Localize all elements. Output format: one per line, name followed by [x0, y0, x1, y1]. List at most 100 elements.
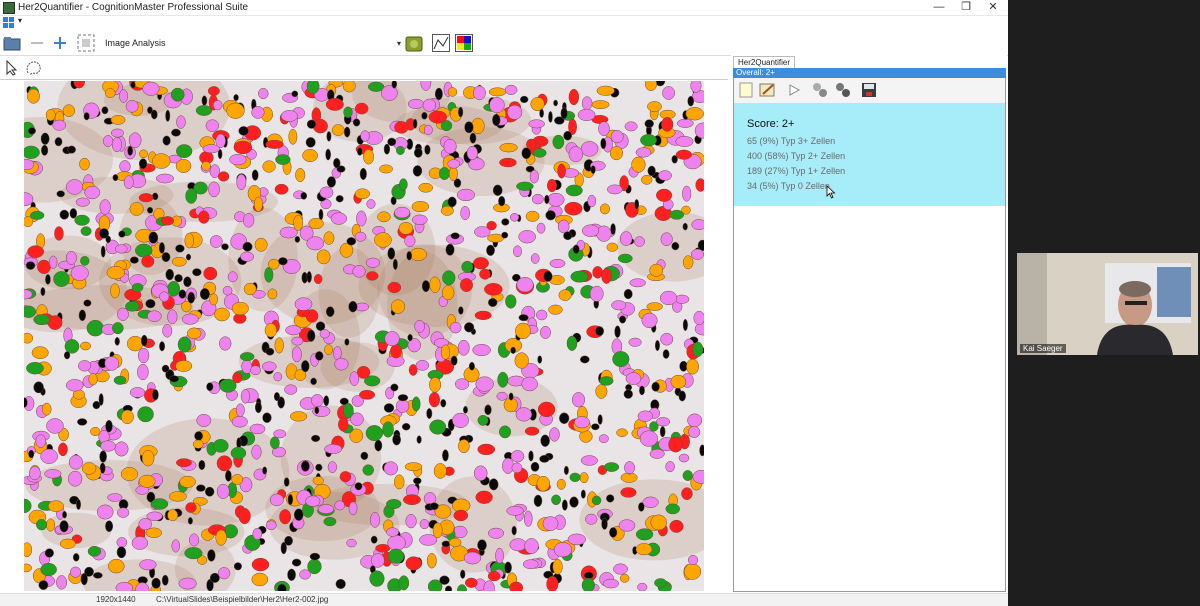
- fit-window-icon[interactable]: [76, 33, 96, 53]
- cell-nucleus: [428, 391, 440, 408]
- cell-nucleus: [682, 470, 693, 481]
- cell-nucleus: [614, 325, 621, 338]
- cell-nucleus: [488, 298, 498, 307]
- cell-nucleus: [196, 413, 212, 427]
- cell-nucleus: [665, 503, 680, 515]
- cell-nucleus: [344, 338, 350, 346]
- cell-nucleus: [289, 411, 308, 422]
- cell-nucleus: [403, 494, 421, 506]
- cell-nucleus: [507, 104, 523, 120]
- new-doc-icon[interactable]: [737, 82, 755, 98]
- cell-nucleus: [318, 208, 324, 221]
- cell-nucleus: [207, 549, 216, 562]
- cell-nucleus: [24, 397, 28, 408]
- cells-icon[interactable]: [811, 82, 829, 98]
- cell-nucleus: [475, 490, 493, 504]
- pointer-icon[interactable]: [2, 58, 22, 78]
- cell-nucleus: [610, 130, 624, 144]
- cell-nucleus: [305, 495, 321, 507]
- open-folder-icon[interactable]: [2, 33, 22, 53]
- cell-nucleus: [398, 222, 414, 235]
- restore-button[interactable]: ❐: [951, 0, 981, 15]
- cell-nucleus: [354, 102, 369, 115]
- cell-nucleus: [349, 371, 360, 386]
- cell-nucleus: [151, 577, 161, 589]
- cells-dark-icon[interactable]: [834, 82, 852, 98]
- cell-nucleus: [118, 230, 126, 238]
- status-bar: 1920x1440 C:\VirtualSlides\Beispielbilde…: [0, 593, 1008, 606]
- cell-nucleus: [472, 344, 491, 357]
- cell-nucleus: [661, 117, 674, 132]
- minus-icon[interactable]: [27, 33, 47, 53]
- plus-icon[interactable]: [50, 33, 70, 53]
- cell-nucleus: [354, 482, 363, 491]
- histology-image[interactable]: [24, 81, 704, 591]
- graph-icon[interactable]: [431, 33, 451, 53]
- cell-nucleus: [65, 179, 84, 195]
- cell-nucleus: [127, 146, 133, 156]
- image-viewport[interactable]: [0, 79, 728, 592]
- cell-nucleus: [131, 536, 148, 550]
- video-tile: Kai Saeger: [1017, 253, 1198, 355]
- cell-nucleus: [67, 145, 76, 154]
- cell-nucleus: [171, 256, 187, 267]
- cell-nucleus: [461, 260, 474, 273]
- cell-nucleus: [635, 528, 654, 541]
- cell-nucleus: [595, 326, 604, 336]
- cell-nucleus: [306, 236, 325, 251]
- cell-nucleus: [101, 106, 109, 115]
- cell-nucleus: [294, 297, 313, 311]
- play-icon[interactable]: [785, 82, 803, 98]
- cell-nucleus: [62, 104, 75, 117]
- cell-nucleus: [162, 135, 171, 146]
- cell-nucleus: [141, 255, 155, 268]
- cell-nucleus: [187, 517, 193, 525]
- cell-nucleus: [114, 337, 120, 346]
- cell-nucleus: [445, 243, 455, 256]
- cell-nucleus: [563, 231, 573, 241]
- cell-nucleus: [178, 577, 197, 590]
- cell-nucleus: [445, 585, 453, 591]
- cell-nucleus: [80, 341, 91, 351]
- grid-icon[interactable]: [3, 17, 15, 29]
- cell-nucleus: [175, 244, 185, 253]
- panel-header: Overall: 2+: [733, 68, 1006, 78]
- cell-nucleus: [284, 535, 293, 546]
- tab-her2quantifier[interactable]: Her2Quantifier: [733, 56, 796, 68]
- cell-nucleus: [565, 184, 583, 197]
- cell-nucleus: [549, 427, 560, 442]
- cell-nucleus: [411, 200, 430, 213]
- cell-nucleus: [458, 306, 464, 315]
- cell-nucleus: [640, 134, 657, 147]
- cell-nucleus: [639, 430, 658, 447]
- cell-nucleus: [327, 461, 337, 473]
- cell-nucleus: [539, 326, 551, 339]
- cell-nucleus: [45, 109, 56, 121]
- file-path: C:\VirtualSlides\Beispielbilder\Her2\Her…: [156, 595, 329, 604]
- close-button[interactable]: ✕: [978, 0, 1008, 15]
- module-icon[interactable]: [404, 33, 424, 53]
- cell-nucleus: [399, 178, 408, 191]
- analysis-select[interactable]: Image Analysis ▾: [102, 35, 404, 52]
- save-icon[interactable]: [860, 82, 878, 98]
- chevron-down-icon[interactable]: ▾: [18, 16, 22, 25]
- cell-nucleus: [24, 305, 37, 318]
- cell-nucleus: [426, 408, 433, 419]
- cell-nucleus: [599, 203, 610, 215]
- cell-nucleus: [450, 232, 460, 240]
- cell-nucleus: [99, 199, 111, 215]
- cell-nucleus: [319, 329, 330, 339]
- cell-nucleus: [473, 465, 488, 481]
- color-channels-icon[interactable]: [454, 33, 474, 53]
- cell-nucleus: [108, 558, 125, 574]
- cell-nucleus: [330, 212, 347, 225]
- panel-body: Score: 2+ 65 (9%) Typ 3+ Zellen 400 (58%…: [733, 78, 1006, 592]
- lasso-icon[interactable]: [24, 58, 44, 78]
- cell-nucleus: [137, 406, 154, 423]
- edit-icon[interactable]: [759, 82, 777, 98]
- cell-nucleus: [423, 124, 433, 136]
- cell-nucleus: [488, 527, 505, 539]
- minimize-button[interactable]: —: [924, 0, 954, 15]
- cell-nucleus: [499, 425, 512, 439]
- cell-nucleus: [278, 257, 288, 266]
